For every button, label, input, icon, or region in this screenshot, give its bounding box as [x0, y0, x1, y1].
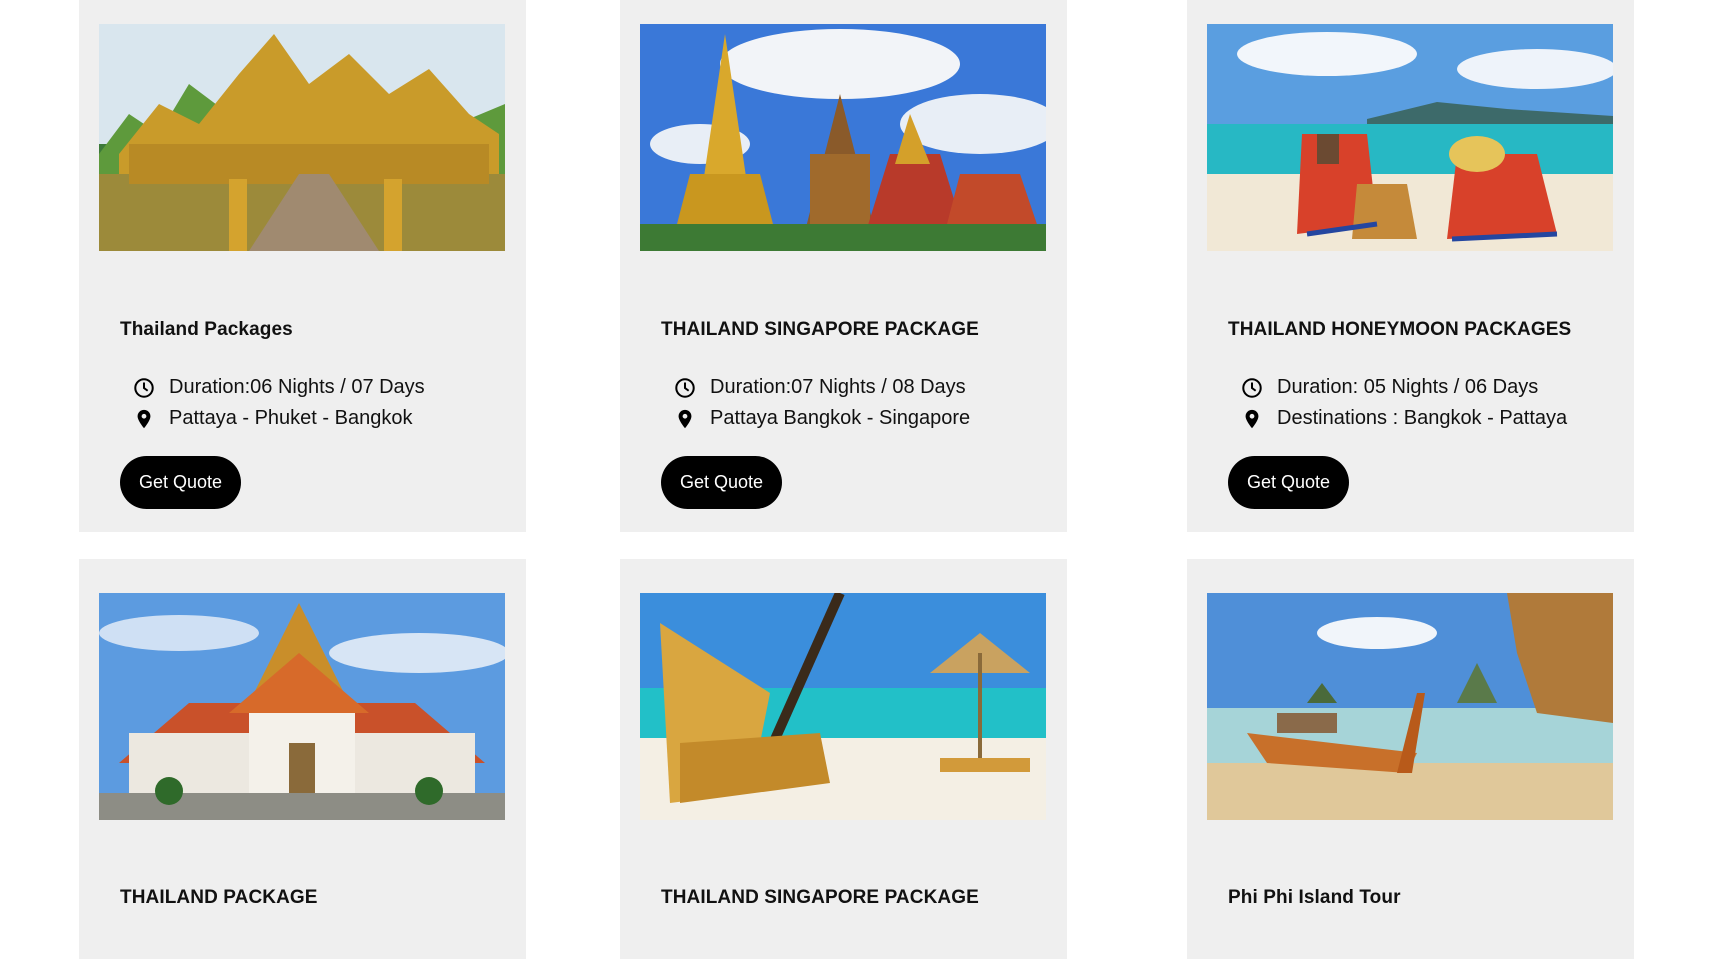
package-card: THAILAND HONEYMOON PACKAGES Duration: 05… — [1187, 0, 1634, 532]
package-duration: Duration:06 Nights / 07 Days — [133, 376, 425, 399]
destinations-text: Pattaya Bangkok - Singapore — [710, 407, 971, 429]
package-destinations: Pattaya Bangkok - Singapore — [674, 407, 970, 430]
package-image-marble-temple[interactable] — [99, 593, 505, 820]
duration-text: Duration:06 Nights / 07 Days — [169, 376, 425, 398]
duration-text: Duration:07 Nights / 08 Days — [710, 376, 966, 398]
package-image-couple-beach[interactable] — [1207, 24, 1613, 251]
package-destinations: Pattaya - Phuket - Bangkok — [133, 407, 412, 430]
package-title: THAILAND SINGAPORE PACKAGE — [661, 319, 979, 340]
package-card: Thailand Packages Duration:06 Nights / 0… — [79, 0, 526, 532]
duration-text: Duration: 05 Nights / 06 Days — [1277, 376, 1539, 398]
package-card: Phi Phi Island Tour — [1187, 559, 1634, 959]
get-quote-button[interactable]: Get Quote — [1228, 456, 1349, 509]
map-pin-icon — [133, 408, 155, 430]
get-quote-button[interactable]: Get Quote — [120, 456, 241, 509]
package-image-longtail-boat[interactable] — [1207, 593, 1613, 820]
package-image-beach-chair[interactable] — [640, 593, 1046, 820]
destinations-text: Pattaya - Phuket - Bangkok — [169, 407, 413, 429]
map-pin-icon — [674, 408, 696, 430]
package-destinations: Destinations : Bangkok - Pattaya — [1241, 407, 1567, 430]
clock-icon — [1241, 377, 1263, 399]
package-image-grand-palace[interactable] — [640, 24, 1046, 251]
clock-icon — [674, 377, 696, 399]
package-title: THAILAND HONEYMOON PACKAGES — [1228, 319, 1572, 340]
map-pin-icon — [1241, 408, 1263, 430]
package-card: THAILAND SINGAPORE PACKAGE — [620, 559, 1067, 959]
package-title: Phi Phi Island Tour — [1228, 887, 1401, 908]
get-quote-button[interactable]: Get Quote — [661, 456, 782, 509]
package-card: THAILAND PACKAGE — [79, 559, 526, 959]
package-card: THAILAND SINGAPORE PACKAGE Duration:07 N… — [620, 0, 1067, 532]
destinations-text: Destinations : Bangkok - Pattaya — [1277, 407, 1568, 429]
package-title: THAILAND PACKAGE — [120, 887, 318, 908]
package-title: THAILAND SINGAPORE PACKAGE — [661, 887, 979, 908]
package-image-golden-temple[interactable] — [99, 24, 505, 251]
package-duration: Duration:07 Nights / 08 Days — [674, 376, 966, 399]
package-title: Thailand Packages — [120, 319, 293, 340]
package-duration: Duration: 05 Nights / 06 Days — [1241, 376, 1538, 399]
clock-icon — [133, 377, 155, 399]
